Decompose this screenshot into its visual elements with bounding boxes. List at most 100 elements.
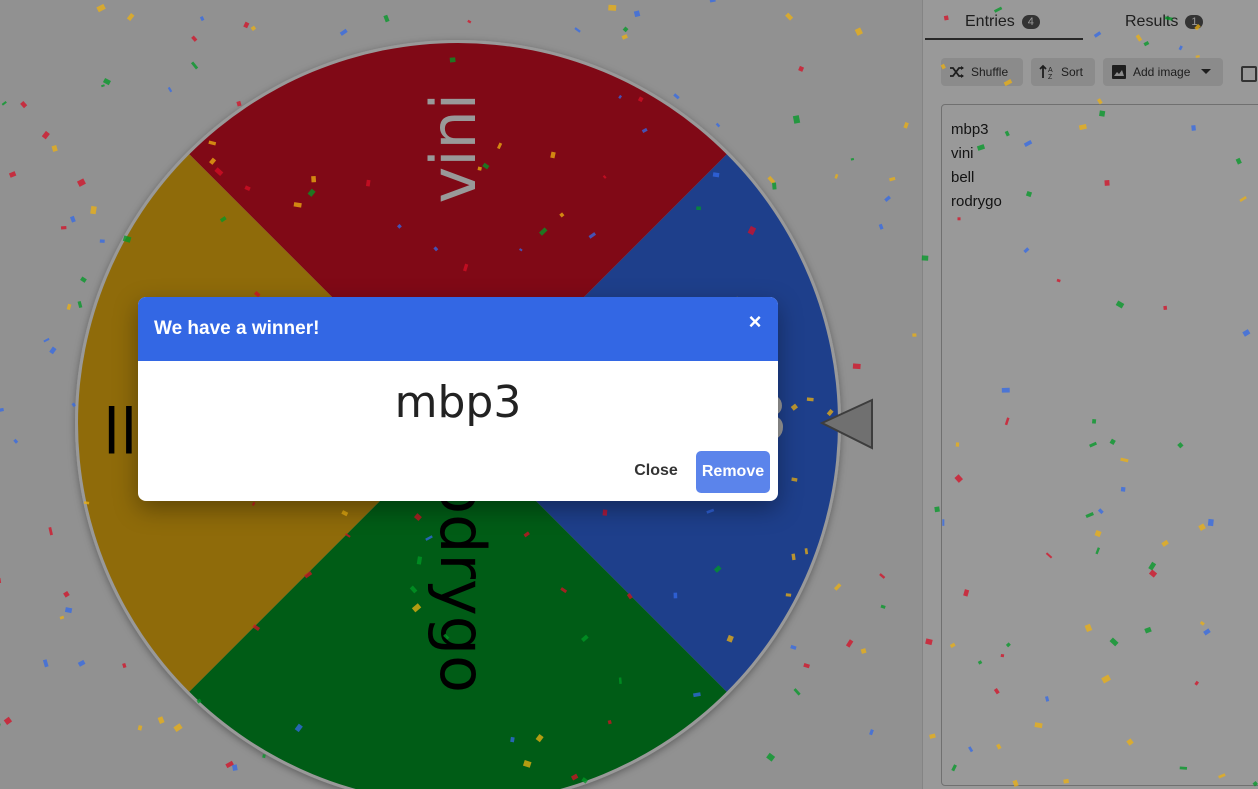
confetti-piece [190, 61, 199, 70]
confetti-piece [709, 0, 716, 3]
confetti-piece [236, 100, 242, 107]
confetti-piece [1126, 738, 1134, 746]
confetti-piece [42, 659, 49, 668]
confetti-piece [993, 688, 1000, 695]
confetti-piece [96, 3, 106, 13]
confetti-piece [1207, 518, 1214, 527]
confetti-piece [1115, 300, 1125, 309]
confetti-piece [365, 179, 371, 187]
confetti-piece [63, 590, 70, 598]
confetti-piece [1199, 620, 1205, 626]
confetti-piece [293, 202, 302, 208]
confetti-piece [957, 217, 961, 221]
confetti-piece [860, 648, 867, 654]
confetti-piece [993, 6, 1003, 13]
confetti-piece [607, 719, 612, 725]
confetti-piece [522, 760, 532, 768]
close-button[interactable]: Close [624, 451, 688, 491]
confetti-piece [1056, 278, 1061, 283]
confetti-piece [1045, 552, 1053, 559]
confetti-piece [1252, 781, 1258, 787]
confetti-piece [943, 15, 949, 21]
confetti-piece [1034, 722, 1043, 729]
dialog-header: We have a winner! × [138, 297, 778, 361]
confetti-piece [208, 140, 217, 146]
confetti-piece [41, 130, 50, 140]
confetti-piece [879, 573, 886, 579]
confetti-piece [673, 93, 680, 100]
confetti-piece [345, 533, 351, 538]
confetti-piece [83, 501, 90, 505]
confetti-piece [878, 223, 884, 230]
confetti-piece [574, 27, 581, 33]
confetti-piece [59, 615, 65, 620]
confetti-piece [433, 246, 439, 252]
confetti-piece [854, 27, 863, 36]
confetti-piece [341, 510, 349, 517]
confetti-piece [790, 644, 797, 650]
confetti-piece [122, 662, 127, 669]
confetti-piece [20, 100, 28, 109]
confetti-piece [798, 65, 805, 72]
confetti-piece [804, 548, 809, 555]
confetti-piece [8, 171, 17, 178]
confetti-piece [869, 729, 874, 736]
confetti-piece [0, 407, 4, 412]
confetti-piece [0, 722, 1, 727]
confetti-piece [588, 232, 597, 239]
confetti-piece [925, 638, 933, 646]
confetti-piece [262, 754, 266, 759]
confetti-piece [311, 175, 317, 183]
confetti-piece [1164, 16, 1173, 21]
confetti-piece [1104, 179, 1110, 186]
confetti-piece [1109, 637, 1119, 647]
confetti-piece [1012, 779, 1019, 787]
confetti-piece [102, 77, 111, 86]
confetti-piece [976, 144, 986, 151]
confetti-piece [766, 752, 776, 762]
confetti-piece [397, 223, 402, 229]
confetti-piece [99, 239, 105, 243]
confetti-piece [1148, 561, 1157, 571]
confetti-piece [726, 634, 734, 643]
confetti-piece [1178, 45, 1183, 51]
confetti-piece [1063, 778, 1069, 784]
confetti-piece [1000, 653, 1005, 658]
confetti-piece [934, 506, 940, 513]
confetti-piece [1001, 387, 1010, 393]
confetti-piece [968, 746, 974, 753]
confetti-piece [196, 698, 202, 704]
confetti-piece [785, 12, 794, 21]
confetti-piece [693, 692, 701, 698]
confetti-piece [467, 19, 472, 24]
confetti-piece [618, 677, 622, 685]
confetti-piece [416, 556, 423, 565]
confetti-piece [71, 402, 76, 408]
confetti-piece [1144, 626, 1152, 634]
confetti-piece [1143, 41, 1150, 47]
confetti-piece [903, 121, 909, 129]
remove-button[interactable]: Remove [696, 451, 770, 493]
confetti-piece [243, 21, 250, 29]
confetti-piece [852, 363, 861, 370]
dialog-title: We have a winner! [154, 318, 320, 339]
confetti-piece [535, 733, 544, 743]
confetti-piece [69, 215, 76, 223]
confetti-piece [747, 225, 757, 236]
confetti-piece [803, 663, 810, 669]
confetti-piece [1084, 623, 1093, 633]
confetti-piece [1096, 98, 1103, 105]
confetti-piece [963, 589, 970, 597]
confetti-piece [570, 773, 579, 781]
confetti-piece [1161, 539, 1169, 547]
confetti-piece [1045, 696, 1050, 702]
confetti-piece [1195, 55, 1200, 58]
confetti-piece [912, 333, 917, 337]
confetti-piece [1239, 195, 1247, 203]
confetti-piece [477, 166, 482, 171]
confetti-piece [523, 531, 530, 538]
confetti-piece [949, 642, 956, 648]
close-icon[interactable]: × [744, 311, 766, 333]
confetti-piece [214, 167, 224, 177]
confetti-piece [294, 723, 303, 733]
